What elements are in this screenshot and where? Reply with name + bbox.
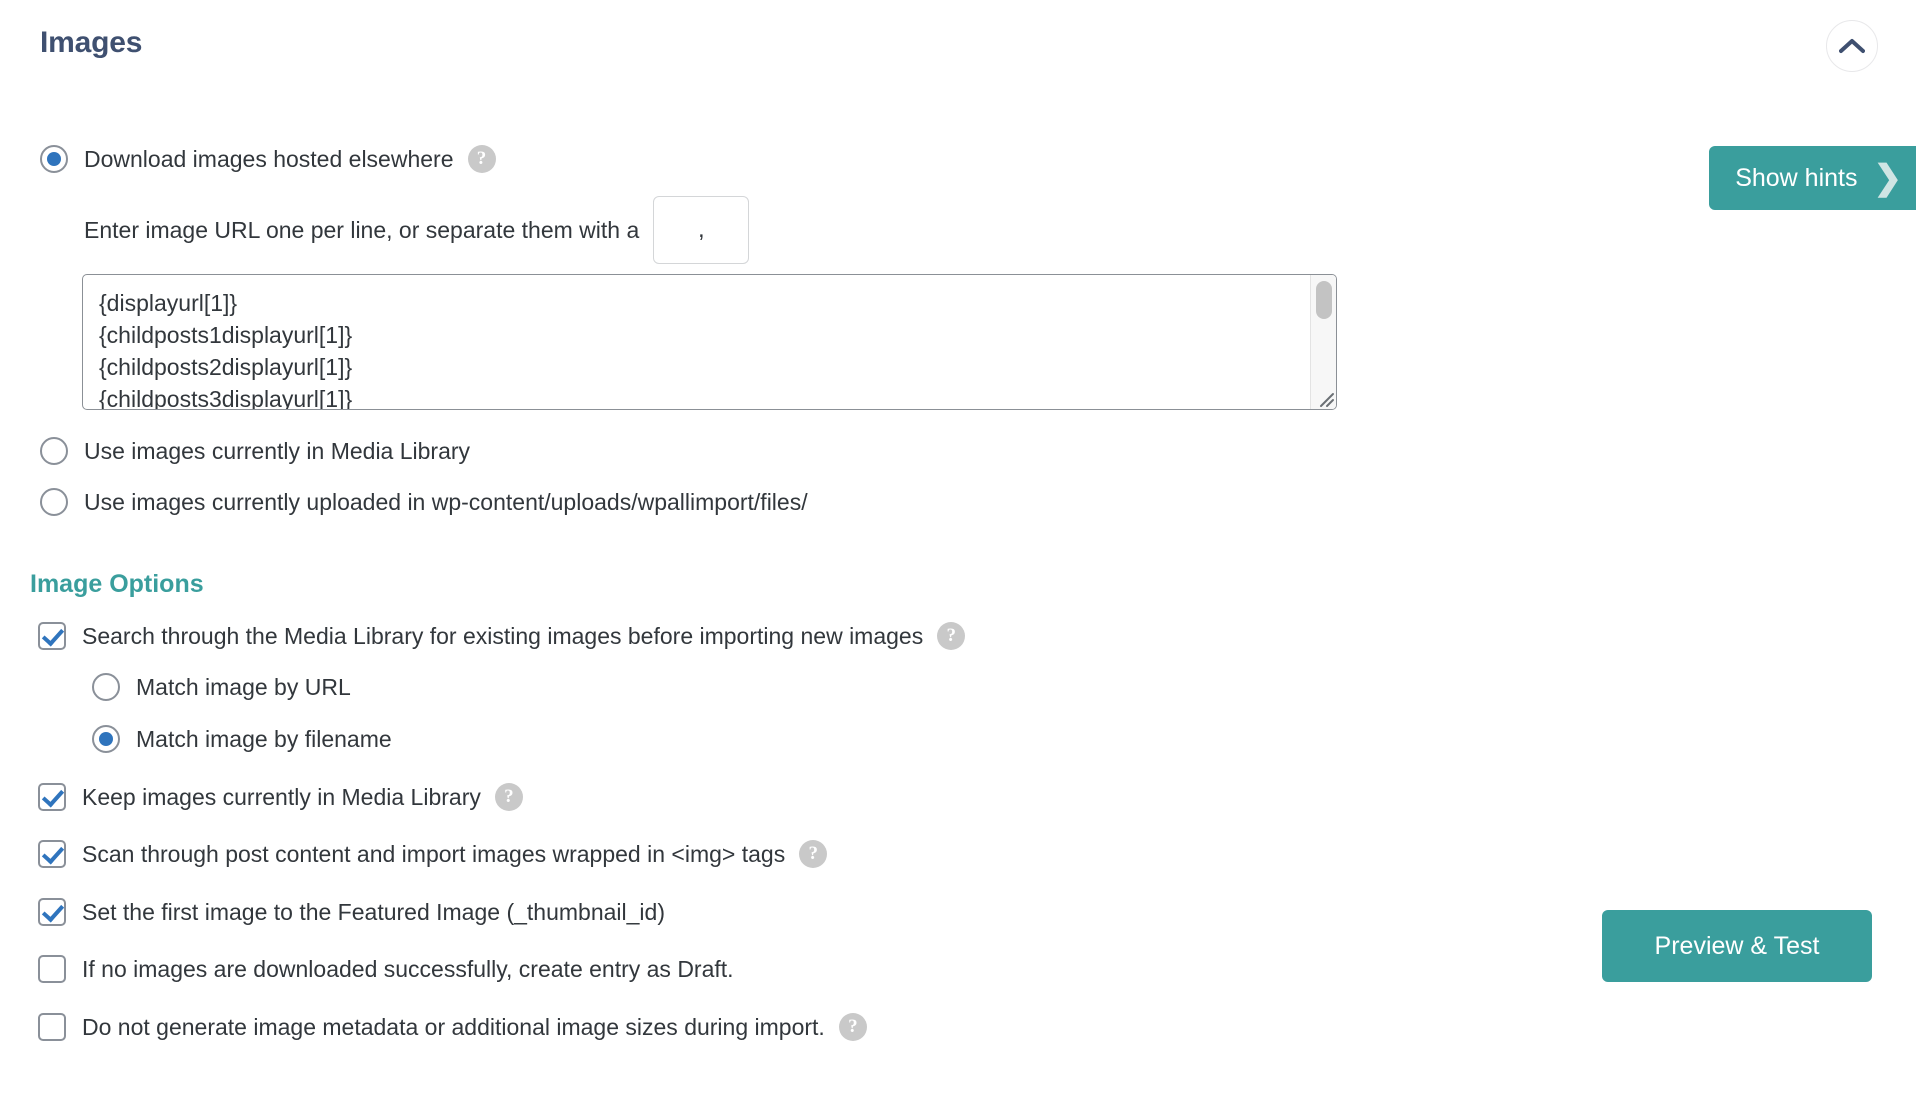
source-option-label: Use images currently uploaded in wp-cont… — [84, 488, 808, 515]
image-option-label: Search through the Media Library for exi… — [82, 622, 924, 649]
radio-download-elsewhere[interactable] — [40, 145, 68, 173]
image-option-scan-post-content[interactable]: Scan through post content and import ima… — [38, 840, 828, 868]
checkbox-no-metadata[interactable] — [38, 1013, 66, 1041]
source-option-label: Use images currently in Media Library — [84, 437, 471, 464]
match-option-label: Match image by filename — [136, 725, 392, 752]
radio-match-by-filename[interactable] — [92, 725, 120, 753]
checkbox-set-featured-image[interactable] — [38, 898, 66, 926]
image-urls-field: {displayurl[1]} {childposts1displayurl[1… — [82, 274, 1337, 410]
source-option-label: Download images hosted elsewhere — [84, 145, 454, 172]
image-option-label: Keep images currently in Media Library — [82, 783, 481, 810]
show-hints-label: Show hints — [1735, 163, 1858, 192]
radio-match-by-url[interactable] — [92, 673, 120, 701]
radio-uploads-folder[interactable] — [40, 488, 68, 516]
image-options-title: Image Options — [30, 570, 204, 598]
image-option-label: Set the first image to the Featured Imag… — [82, 898, 665, 925]
image-option-no-metadata[interactable]: Do not generate image metadata or additi… — [38, 1013, 867, 1041]
match-option-by-filename[interactable]: Match image by filename — [92, 725, 392, 753]
help-icon[interactable]: ? — [494, 783, 523, 811]
image-option-label: Do not generate image metadata or additi… — [82, 1013, 825, 1040]
separator-label: Enter image URL one per line, or separat… — [84, 216, 640, 243]
image-option-create-draft[interactable]: If no images are downloaded successfully… — [38, 955, 734, 983]
match-option-label: Match image by URL — [136, 673, 351, 700]
chevron-right-icon: ❯ — [1873, 159, 1903, 197]
help-icon[interactable]: ? — [937, 622, 966, 650]
show-hints-button[interactable]: Show hints ❯ — [1709, 146, 1916, 210]
checkbox-create-draft[interactable] — [38, 955, 66, 983]
separator-input[interactable] — [653, 196, 750, 264]
page-title: Images — [40, 26, 143, 59]
images-panel: Images Show hints ❯ Download images host… — [0, 0, 1916, 1100]
help-icon[interactable]: ? — [467, 145, 496, 173]
chevron-up-icon — [1839, 38, 1865, 54]
image-option-label: Scan through post content and import ima… — [82, 840, 786, 867]
radio-media-library[interactable] — [40, 437, 68, 465]
checkbox-search-media-library[interactable] — [38, 622, 66, 650]
separator-row: Enter image URL one per line, or separat… — [84, 196, 750, 264]
match-option-by-url[interactable]: Match image by URL — [92, 673, 351, 701]
textarea-scrollbar-thumb[interactable] — [1316, 281, 1332, 319]
source-option-media-library[interactable]: Use images currently in Media Library — [40, 437, 470, 465]
help-icon[interactable]: ? — [838, 1013, 867, 1041]
collapse-panel-button[interactable] — [1826, 20, 1878, 72]
source-option-download-elsewhere[interactable]: Download images hosted elsewhere ? — [40, 145, 496, 173]
image-option-set-featured-image[interactable]: Set the first image to the Featured Imag… — [38, 898, 665, 926]
checkbox-scan-post-content[interactable] — [38, 840, 66, 868]
image-option-keep-images[interactable]: Keep images currently in Media Library ? — [38, 783, 523, 811]
source-option-uploads-folder[interactable]: Use images currently uploaded in wp-cont… — [40, 488, 808, 516]
help-icon[interactable]: ? — [799, 840, 828, 868]
textarea-scrollbar[interactable] — [1310, 275, 1336, 409]
checkbox-keep-images[interactable] — [38, 783, 66, 811]
image-urls-textarea[interactable]: {displayurl[1]} {childposts1displayurl[1… — [82, 274, 1337, 410]
image-option-search-media-library[interactable]: Search through the Media Library for exi… — [38, 622, 966, 650]
image-option-label: If no images are downloaded successfully… — [82, 955, 734, 982]
preview-and-test-button[interactable]: Preview & Test — [1602, 910, 1872, 982]
